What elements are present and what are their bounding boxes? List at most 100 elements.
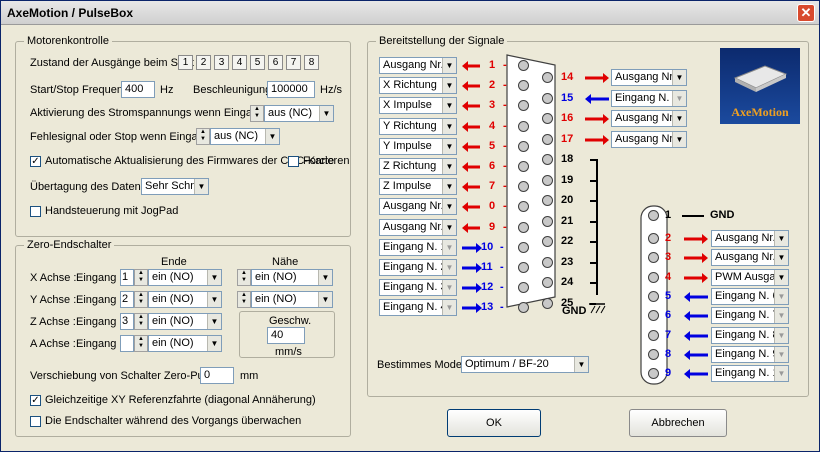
error-signal-spinner[interactable]: ▲ ▼	[196, 128, 210, 145]
transfer-select[interactable]: Sehr Schnell ▼	[141, 178, 209, 195]
activation-select[interactable]: aus (NC) ▼	[264, 105, 334, 122]
axis-input-number[interactable]: 2	[120, 291, 134, 308]
state-button-8[interactable]: 8	[304, 55, 319, 70]
arrow-left-icon	[462, 182, 480, 193]
signal-left-select[interactable]: X Impulse ▼	[379, 97, 457, 115]
signal-left-select[interactable]: Y Richtung ▼	[379, 117, 457, 135]
chevron-down-icon: ▼	[442, 300, 456, 316]
arrow-right-icon	[585, 134, 609, 145]
ok-button[interactable]: OK	[447, 409, 541, 437]
axis-spinner[interactable]: ▲ ▼	[134, 269, 148, 286]
auto-update-checkbox[interactable]: ✓	[30, 156, 41, 167]
error-signal-select[interactable]: aus (NC) ▼	[210, 128, 280, 145]
signal-left-select[interactable]: Ausgang Nr. 3 ▼	[379, 218, 457, 236]
frequency-input[interactable]: 400	[121, 81, 155, 98]
signal-pin-number: 17	[561, 132, 574, 145]
axis-near-select[interactable]: ein (NO) ▼	[251, 291, 333, 308]
axis-near-select-value: ein (NO)	[255, 293, 297, 305]
close-button[interactable]: ✕	[797, 4, 815, 22]
signal-right-select[interactable]: Ausgang Nr. 6 ▼	[611, 130, 687, 148]
jog-select-value: Eingang N. 8	[715, 328, 779, 341]
signal-pin-number: 16	[561, 112, 574, 124]
signal-left-select[interactable]: Ausgang Nr. 1 ▼	[379, 57, 457, 74]
signal-pin-number: 15	[561, 91, 574, 104]
activation-label: Aktivierung des Stromspannungs wenn Eing…	[30, 107, 279, 119]
axis-input-number[interactable]	[120, 335, 134, 352]
state-button-1[interactable]: 1	[178, 55, 193, 70]
chevron-down-icon: ▼	[265, 129, 279, 144]
signal-left-select[interactable]: Z Richtung ▼	[379, 158, 457, 175]
state-button-6[interactable]: 6	[268, 55, 283, 70]
jog-select[interactable]: PWM Ausgang ▼	[711, 268, 789, 286]
acceleration-input[interactable]: 100000	[267, 81, 315, 98]
signal-right-select[interactable]: Ausgang Nr. 5 ▼	[611, 110, 687, 127]
signal-left-select[interactable]: Eingang N. 1 ▼	[379, 238, 457, 256]
jog-select[interactable]: Eingang N. 6 ▼	[711, 287, 789, 305]
axis-near-spinner[interactable]: ▲ ▼	[237, 291, 251, 308]
device-icon	[733, 65, 788, 92]
pin-dash: -	[500, 261, 504, 273]
jogpad-checkbox[interactable]	[30, 206, 41, 217]
state-button-5[interactable]: 5	[250, 55, 265, 70]
axis-end-select-value: ein (NO)	[152, 293, 194, 305]
window-title: AxeMotion / PulseBox	[7, 6, 134, 20]
pin-circle	[518, 221, 529, 233]
axis-end-select[interactable]: ein (NO) ▼	[148, 313, 222, 330]
axis-end-select[interactable]: ein (NO) ▼	[148, 335, 222, 352]
force-checkbox[interactable]	[288, 156, 299, 167]
model-select[interactable]: Optimum / BF-20 ▼	[461, 356, 589, 373]
state-button-4[interactable]: 4	[232, 55, 247, 70]
offset-label: Verschiebung von Schalter Zero-Punkt :	[30, 370, 225, 382]
state-button-3[interactable]: 3	[214, 55, 229, 70]
axis-spinner[interactable]: ▲ ▼	[134, 313, 148, 330]
jog-select[interactable]: Eingang N. 10 ▼	[711, 365, 789, 383]
state-button-7[interactable]: 7	[286, 55, 301, 70]
signal-left-select[interactable]: Eingang N. 2 ▼	[379, 259, 457, 276]
chevron-down-icon: ▼	[207, 336, 221, 351]
jog-select[interactable]: Ausgang Nr. 8 ▼	[711, 249, 789, 267]
signal-left-select[interactable]: Z Impulse ▼	[379, 178, 457, 196]
axis-end-select-value: ein (NO)	[152, 337, 194, 349]
xy-simultaneous-checkbox[interactable]: ✓	[30, 395, 41, 406]
frequency-label: Start/Stop Frequenz :	[30, 84, 135, 96]
cancel-button[interactable]: Abbrechen	[629, 409, 727, 437]
pin-circle	[542, 174, 553, 186]
offset-input[interactable]: 0	[200, 367, 234, 384]
jog-pin-number: 9	[665, 367, 672, 380]
chevron-down-icon: ▼	[442, 179, 456, 195]
chevron-down-icon: ▼	[774, 288, 788, 304]
axis-spinner[interactable]: ▲ ▼	[134, 291, 148, 308]
jog-select[interactable]: Eingang N. 9 ▼	[711, 345, 789, 363]
axis-end-select[interactable]: ein (NO) ▼	[148, 269, 222, 286]
axis-end-select[interactable]: ein (NO) ▼	[148, 291, 222, 308]
axis-near-spinner[interactable]: ▲ ▼	[237, 269, 251, 286]
start-state-label: Zustand der Ausgänge beim Start :	[30, 57, 200, 69]
state-button-2[interactable]: 2	[196, 55, 211, 70]
axis-label: Y Achse :	[30, 294, 77, 306]
speed-input[interactable]: 40	[267, 327, 305, 344]
axis-input-number[interactable]: 3	[120, 313, 134, 330]
signal-left-select[interactable]: Eingang N. 4 ▼	[379, 299, 457, 317]
jog-select[interactable]: Ausgang Nr. 7 ▼	[711, 230, 789, 247]
signal-left-select-value: X Richtung	[383, 79, 437, 92]
watch-switches-checkbox[interactable]	[30, 416, 41, 427]
arrow-left-icon	[462, 61, 480, 71]
activation-spinner[interactable]: ▲ ▼	[250, 105, 264, 122]
signal-right-select[interactable]: Ausgang Nr. 4 ▼	[611, 69, 687, 86]
signal-left-select[interactable]: X Richtung ▼	[379, 77, 457, 95]
axis-near-select[interactable]: ein (NO) ▼	[251, 269, 333, 286]
signal-left-select[interactable]: Ausgang Nr. 2 ▼	[379, 198, 457, 216]
signal-right-select[interactable]: Eingang N. 5 ▼	[611, 89, 687, 107]
signal-left-select[interactable]: Y Impulse ▼	[379, 137, 457, 155]
jog-select[interactable]: Eingang N. 7 ▼	[711, 307, 789, 325]
signal-left-select[interactable]: Eingang N. 3 ▼	[379, 279, 457, 297]
pin-circle	[542, 113, 553, 124]
axis-input-number[interactable]: 1	[120, 269, 134, 286]
jog-select-value: Eingang N. 6	[715, 289, 779, 302]
jog-pin-number: 8	[665, 347, 672, 360]
chevron-down-icon: ▼	[319, 106, 333, 121]
chevron-down-icon: ▼	[207, 314, 221, 329]
jog-select[interactable]: Eingang N. 8 ▼	[711, 326, 789, 344]
chevron-down-icon: ▼	[672, 90, 686, 106]
axis-spinner[interactable]: ▲ ▼	[134, 335, 148, 352]
